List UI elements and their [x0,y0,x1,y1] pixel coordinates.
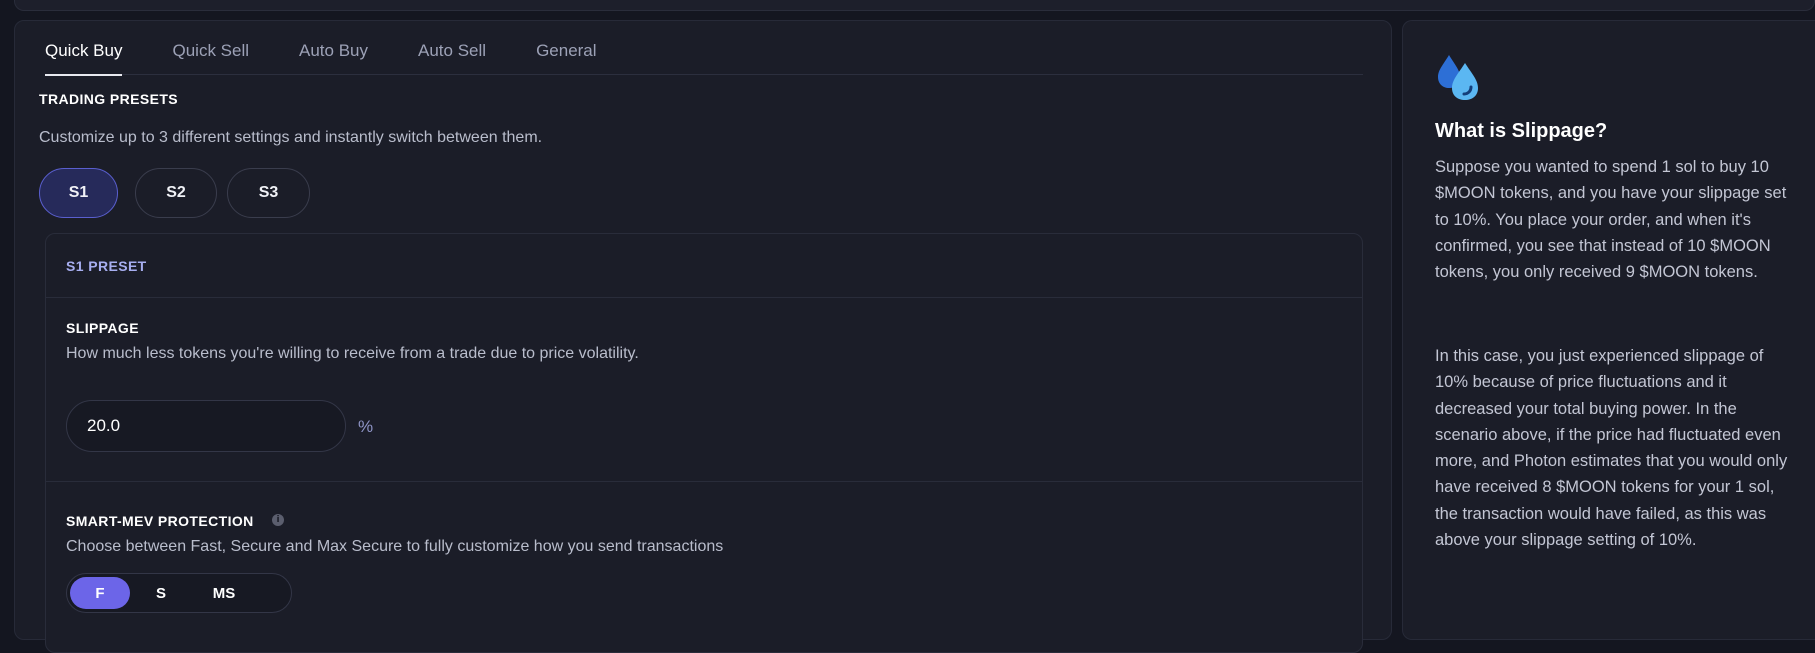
preset-card: S1 PRESET SLIPPAGE How much less tokens … [45,233,1363,653]
preset-card-header: S1 PRESET [46,234,1362,298]
trading-presets-description: Customize up to 3 different settings and… [39,129,543,146]
settings-panel: Quick Buy Quick Sell Auto Buy Auto Sell … [14,20,1392,653]
mev-description: Choose between Fast, Secure and Max Secu… [66,538,724,555]
info-paragraph: In this case, you just experienced slipp… [1435,347,1788,550]
section-divider [46,481,1362,482]
mev-secure-option[interactable]: S [131,577,191,609]
tab-auto-sell[interactable]: Auto Sell [418,21,486,75]
preset-s2-button[interactable]: S2 [135,168,217,218]
tab-general[interactable]: General [536,21,596,75]
droplets-icon [1438,55,1478,100]
slippage-unit: % [358,417,374,436]
tab-quick-buy[interactable]: Quick Buy [45,21,123,76]
trading-presets-title: TRADING PRESETS [39,91,179,107]
top-strip [14,0,1815,11]
slippage-description: How much less tokens you're willing to r… [66,345,639,362]
slippage-info-panel: What is Slippage? Suppose you wanted to … [1402,20,1815,640]
mev-mode-selector: F S MS [66,573,292,613]
slippage-title: SLIPPAGE [66,320,139,336]
preset-card-title: S1 PRESET [66,258,147,274]
mev-fast-option[interactable]: F [70,577,130,609]
slippage-input[interactable] [66,400,346,452]
info-paragraph: Suppose you wanted to spend 1 sol to buy… [1435,158,1787,282]
info-icon[interactable]: i [272,514,284,526]
tab-auto-buy[interactable]: Auto Buy [299,21,368,75]
settings-tabs: Quick Buy Quick Sell Auto Buy Auto Sell … [45,21,1363,76]
mev-max-secure-option[interactable]: MS [193,577,255,609]
mev-title: SMART-MEV PROTECTION [66,513,254,529]
preset-s1-button[interactable]: S1 [39,168,118,218]
tab-quick-sell[interactable]: Quick Sell [172,21,249,75]
preset-s3-button[interactable]: S3 [227,168,310,218]
info-title: What is Slippage? [1435,120,1608,142]
